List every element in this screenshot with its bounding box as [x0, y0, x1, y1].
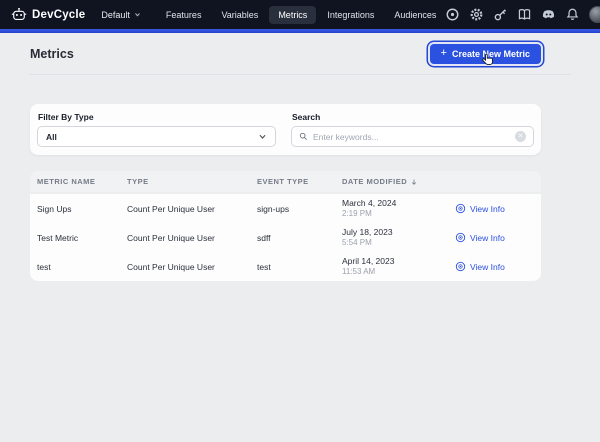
type-filter-value: All [46, 132, 57, 142]
view-info-label: View Info [470, 262, 505, 272]
metric-name-cell: test [37, 262, 127, 272]
column-header-metric-name[interactable]: Metric Name [37, 177, 127, 186]
metric-name-cell: Sign Ups [37, 204, 127, 214]
header-divider [29, 74, 571, 75]
date-text: July 18, 2023 [342, 227, 455, 238]
date-modified-cell: March 4, 2024 2:19 PM [342, 198, 455, 219]
search-label: Search [292, 112, 534, 122]
filter-by-type-field: Filter By Type All [37, 112, 276, 147]
type-cell: Count Per Unique User [127, 204, 257, 214]
discord-icon[interactable] [541, 7, 556, 22]
chevron-down-icon [258, 132, 267, 141]
table-header-row: Metric Name Type Event Type Date Modifie… [30, 171, 541, 192]
devcycle-logo[interactable]: DevCycle [11, 7, 85, 23]
plus-icon: + [441, 49, 447, 58]
type-cell: Count Per Unique User [127, 233, 257, 243]
column-header-type[interactable]: Type [127, 177, 257, 186]
main-nav: Features Variables Metrics Integrations … [157, 6, 445, 24]
user-avatar[interactable] [589, 6, 600, 23]
view-info-link[interactable]: View Info [455, 203, 541, 214]
nav-item-audiences[interactable]: Audiences [385, 6, 445, 24]
view-info-label: View Info [470, 233, 505, 243]
gear-icon[interactable] [469, 7, 484, 22]
date-text: March 4, 2024 [342, 198, 455, 209]
project-selector-label: Default [101, 10, 130, 20]
key-icon[interactable] [493, 7, 508, 22]
search-input[interactable] [313, 132, 510, 142]
metrics-table: Metric Name Type Event Type Date Modifie… [30, 171, 541, 281]
brand-name: DevCycle [32, 9, 85, 21]
chevron-down-icon [134, 11, 141, 18]
status-target-icon[interactable] [445, 7, 460, 22]
event-type-cell: sdff [257, 233, 342, 243]
column-header-event-type[interactable]: Event Type [257, 177, 342, 186]
metric-name-cell: Test Metric [37, 233, 127, 243]
column-header-date-modified[interactable]: Date Modified [342, 177, 455, 186]
topbar-utilities [445, 6, 600, 23]
clear-search-icon[interactable]: ✕ [515, 131, 526, 142]
table-row[interactable]: Sign Ups Count Per Unique User sign-ups … [30, 194, 541, 223]
event-type-cell: sign-ups [257, 204, 342, 214]
filter-card: Filter By Type All Search ✕ [30, 104, 541, 155]
create-new-metric-button[interactable]: + Create New Metric [430, 44, 541, 64]
event-type-cell: test [257, 262, 342, 272]
eye-icon [455, 203, 466, 214]
togglebot-robot-icon [11, 7, 27, 23]
date-text: April 14, 2023 [342, 256, 455, 267]
sort-desc-icon [410, 178, 418, 186]
search-box: ✕ [291, 126, 534, 147]
view-info-link[interactable]: View Info [455, 232, 541, 243]
type-filter-select[interactable]: All [37, 126, 276, 147]
page-title: Metrics [30, 47, 74, 61]
docs-book-icon[interactable] [517, 7, 532, 22]
type-cell: Count Per Unique User [127, 262, 257, 272]
search-field: Search ✕ [291, 112, 534, 147]
view-info-link[interactable]: View Info [455, 261, 541, 272]
time-text: 2:19 PM [342, 209, 455, 219]
top-navigation-bar: DevCycle Default Features Variables Metr… [0, 0, 600, 29]
eye-icon [455, 232, 466, 243]
view-info-label: View Info [470, 204, 505, 214]
table-row[interactable]: test Count Per Unique User test April 14… [30, 252, 541, 281]
date-modified-cell: July 18, 2023 5:54 PM [342, 227, 455, 248]
time-text: 5:54 PM [342, 238, 455, 248]
page-header: Metrics + Create New Metric [0, 33, 600, 74]
project-selector-dropdown[interactable]: Default [101, 10, 141, 20]
filter-by-type-label: Filter By Type [38, 112, 276, 122]
bell-icon[interactable] [565, 7, 580, 22]
table-row[interactable]: Test Metric Count Per Unique User sdff J… [30, 223, 541, 252]
create-new-metric-label: Create New Metric [452, 49, 530, 59]
nav-item-integrations[interactable]: Integrations [318, 6, 383, 24]
search-icon [299, 132, 308, 141]
nav-item-variables[interactable]: Variables [212, 6, 267, 24]
nav-item-features[interactable]: Features [157, 6, 211, 24]
table-body: Sign Ups Count Per Unique User sign-ups … [30, 194, 541, 281]
nav-item-metrics[interactable]: Metrics [269, 6, 316, 24]
time-text: 11:53 AM [342, 267, 455, 277]
date-modified-cell: April 14, 2023 11:53 AM [342, 256, 455, 277]
eye-icon [455, 261, 466, 272]
